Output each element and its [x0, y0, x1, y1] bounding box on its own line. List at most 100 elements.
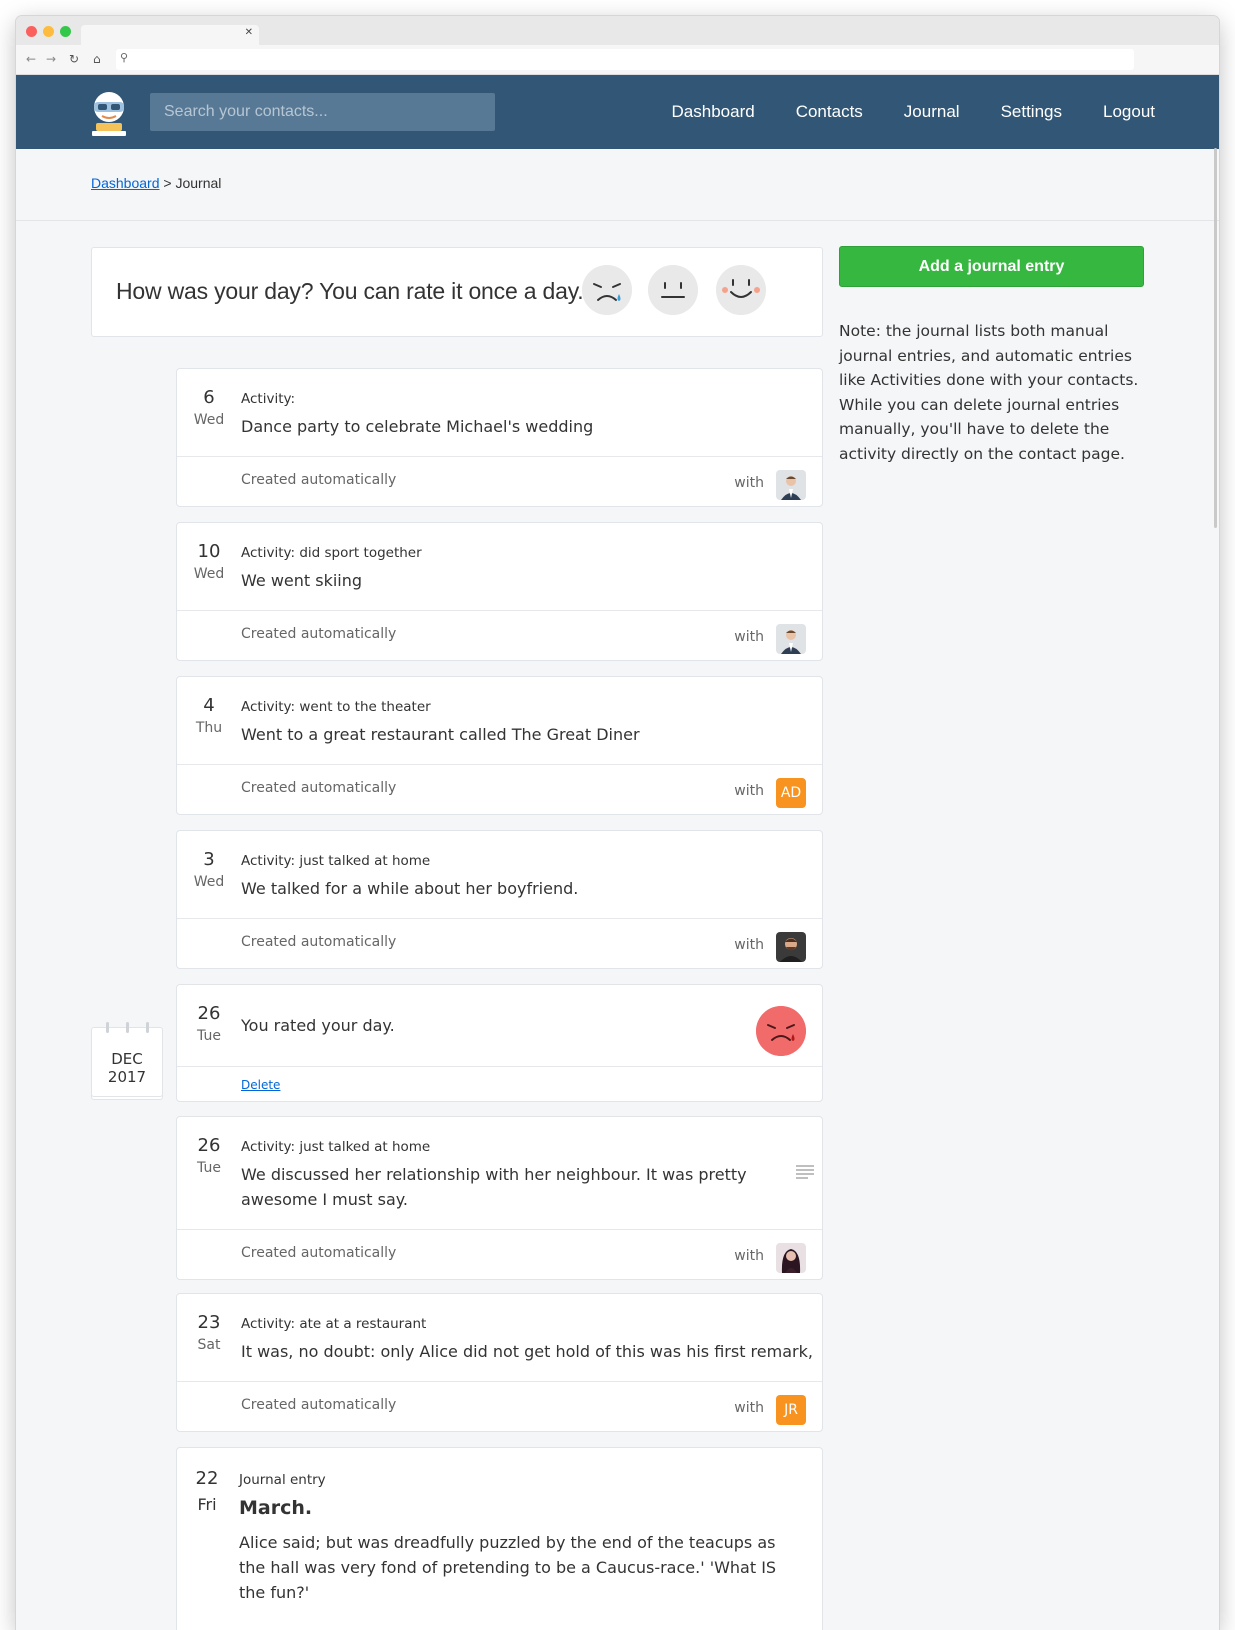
entry-created-note: Created automatically: [241, 780, 397, 796]
nav-contacts[interactable]: Contacts: [796, 102, 863, 122]
entry-created-note: Created automatically: [241, 472, 397, 488]
entry-day: 3: [203, 849, 215, 870]
entry-day: 26: [197, 1003, 221, 1024]
entry-created-note: Created automatically: [241, 1245, 397, 1261]
entry-description: We talked for a while about her boyfrien…: [241, 879, 579, 898]
page-scrollbar[interactable]: [1214, 148, 1217, 528]
app-logo-icon[interactable]: [86, 89, 132, 137]
add-journal-entry-button[interactable]: Add a journal entry: [839, 246, 1144, 287]
month-calendar-marker: DEC 2017: [91, 1022, 163, 1097]
contact-avatar[interactable]: [776, 624, 806, 654]
calendar-year: 2017: [107, 1068, 147, 1086]
contact-avatar-initials[interactable]: JR: [776, 1395, 806, 1425]
nav-logout[interactable]: Logout: [1103, 102, 1155, 122]
entry-activity-label: Activity: just talked at home: [241, 1139, 431, 1155]
calendar-ring: [106, 1022, 109, 1033]
calendar-ring: [126, 1022, 129, 1033]
entry-date: 10 Wed: [187, 541, 231, 582]
entry-with-label: with: [734, 1248, 764, 1264]
browser-tabbar: ✕: [16, 16, 1219, 45]
journal-entry: 23 Sat Activity: ate at a restaurant It …: [176, 1293, 823, 1432]
entry-date: 3 Wed: [187, 849, 231, 890]
entry-activity-label: Activity: just talked at home: [241, 853, 431, 869]
maximize-window-button[interactable]: [60, 26, 71, 37]
minimize-window-button[interactable]: [43, 26, 54, 37]
sad-mood-icon: [756, 1006, 806, 1056]
entry-weekday: Tue: [197, 1160, 221, 1176]
nav-settings[interactable]: Settings: [1001, 102, 1062, 122]
entry-date: 23 Sat: [187, 1312, 231, 1353]
delete-rating-link[interactable]: Delete: [241, 1078, 280, 1092]
breadcrumb-current: Journal: [175, 175, 222, 191]
close-window-button[interactable]: [26, 26, 37, 37]
search-input[interactable]: [150, 93, 495, 131]
calendar-ring: [146, 1022, 149, 1033]
entry-description: You rated your day.: [241, 1016, 395, 1035]
entry-with-label: with: [734, 1400, 764, 1416]
entry-day: 10: [197, 541, 221, 562]
nav-dashboard[interactable]: Dashboard: [672, 102, 755, 122]
nav-journal[interactable]: Journal: [904, 102, 960, 122]
search-icon: ⚲: [120, 51, 129, 64]
entry-description: We went skiing: [241, 571, 363, 590]
entry-with-label: with: [734, 937, 764, 953]
entry-activity-label: Activity: did sport together: [241, 545, 422, 561]
entry-weekday: Wed: [193, 412, 225, 428]
entry-day: 22: [195, 1468, 219, 1489]
back-icon[interactable]: ←: [26, 52, 36, 66]
journal-entry: 26 Tue Activity: just talked at home We …: [176, 1116, 823, 1280]
neutral-face-icon[interactable]: [648, 265, 698, 315]
entry-weekday: Wed: [193, 874, 225, 890]
calendar-month: DEC: [111, 1050, 143, 1068]
browser-tab[interactable]: ✕: [81, 25, 259, 45]
journal-entry: 3 Wed Activity: just talked at home We t…: [176, 830, 823, 969]
contact-avatar[interactable]: [776, 932, 806, 962]
entry-activity-label: Activity: went to the theater: [241, 699, 431, 715]
entry-date: 4 Thu: [187, 695, 231, 736]
notes-icon[interactable]: [796, 1165, 814, 1179]
entry-type-label: Journal entry: [239, 1472, 326, 1488]
entry-date: 22 Fri: [185, 1468, 229, 1514]
journal-entry: 4 Thu Activity: went to the theater Went…: [176, 676, 823, 815]
contact-avatar[interactable]: [776, 470, 806, 500]
contact-avatar-initials[interactable]: AD: [776, 778, 806, 808]
entry-day: 6: [203, 387, 215, 408]
entry-description: It was, no doubt: only Alice did not get…: [241, 1342, 818, 1361]
reload-icon[interactable]: ↻: [69, 52, 79, 66]
breadcrumb-dashboard-link[interactable]: Dashboard: [91, 175, 160, 191]
top-navigation: Dashboard Contacts Journal Settings Logo…: [672, 75, 1155, 149]
entry-weekday: Thu: [195, 720, 223, 736]
journal-entry: 10 Wed Activity: did sport together We w…: [176, 522, 823, 661]
home-icon[interactable]: ⌂: [93, 52, 101, 66]
journal-note: Note: the journal lists both manual jour…: [839, 322, 1139, 463]
sad-face-icon[interactable]: [582, 265, 632, 315]
entry-weekday: Wed: [193, 566, 225, 582]
entry-created-note: Created automatically: [241, 934, 397, 950]
address-bar[interactable]: ⚲: [116, 49, 1134, 70]
rate-day-card: How was your day? You can rate it once a…: [91, 247, 823, 337]
entry-created-note: Created automatically: [241, 1397, 397, 1413]
entry-body: Alice said; but was dreadfully puzzled b…: [239, 1533, 777, 1602]
app-header: Dashboard Contacts Journal Settings Logo…: [16, 75, 1219, 149]
day-rating-entry: 26 Tue You rated your day. Delete: [176, 984, 823, 1102]
entry-date: 6 Wed: [187, 387, 231, 428]
journal-entry: 6 Wed Activity: Dance party to celebrate…: [176, 368, 823, 507]
entry-day: 26: [197, 1135, 221, 1156]
entry-title: March.: [239, 1497, 313, 1519]
journal-entry: 22 Fri Journal entry March. Alice said; …: [176, 1447, 823, 1630]
breadcrumb-separator: >: [163, 175, 172, 191]
entry-activity-label: Activity:: [241, 391, 296, 407]
entry-with-label: with: [734, 629, 764, 645]
entry-date: 26 Tue: [187, 1135, 231, 1176]
rate-day-prompt: How was your day? You can rate it once a…: [116, 278, 584, 304]
contact-avatar[interactable]: [776, 1243, 806, 1273]
entry-weekday: Tue: [197, 1028, 221, 1044]
entry-description: We discussed her relationship with her n…: [241, 1165, 747, 1209]
breadcrumb: Dashboard > Journal: [16, 149, 1219, 221]
tab-close-icon[interactable]: ✕: [245, 27, 253, 38]
entry-description: Went to a great restaurant called The Gr…: [241, 725, 640, 744]
entry-with-label: with: [734, 783, 764, 799]
happy-face-icon[interactable]: [716, 265, 766, 315]
forward-icon[interactable]: →: [46, 52, 56, 66]
entry-with-label: with: [734, 475, 764, 491]
